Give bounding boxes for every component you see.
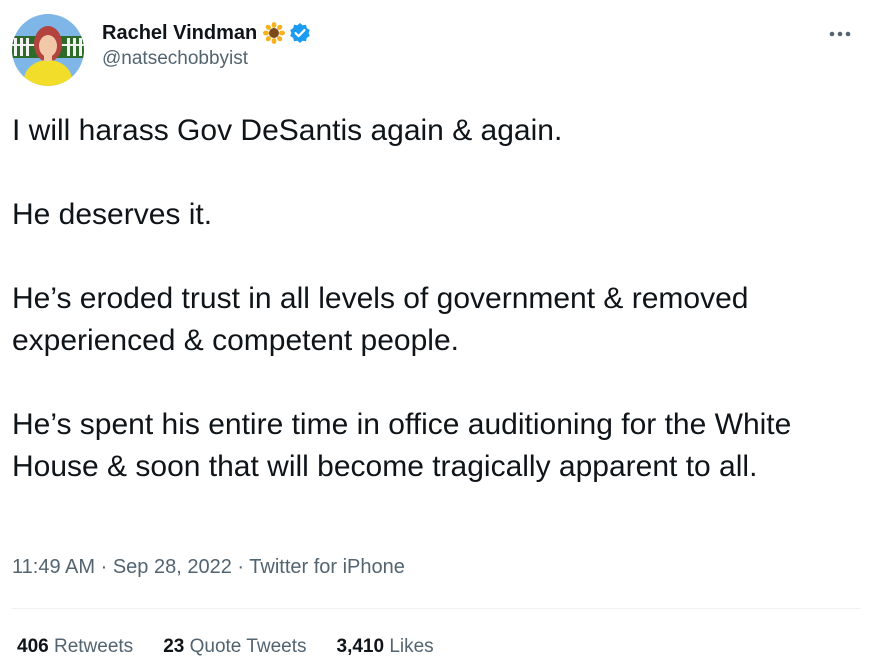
- retweets-stat[interactable]: 406 Retweets: [17, 636, 133, 658]
- retweets-label: Retweets: [53, 636, 134, 657]
- name-row: Rachel Vindman: [102, 20, 311, 46]
- likes-count: 3,410: [336, 636, 385, 657]
- retweets-count: 406: [17, 636, 49, 657]
- author-handle[interactable]: @natsechobbyist: [102, 48, 311, 70]
- tweet-source[interactable]: Twitter for iPhone: [249, 556, 405, 578]
- verified-badge-icon[interactable]: [289, 22, 311, 44]
- tweet-meta: 11:49 AM · Sep 28, 2022 · Twitter for iP…: [12, 556, 405, 579]
- display-name[interactable]: Rachel Vindman: [102, 22, 257, 45]
- tweet-header: Rachel Vindman @natsechobbyist: [12, 14, 858, 86]
- quote-tweets-label: Quote Tweets: [189, 636, 307, 657]
- likes-stat[interactable]: 3,410 Likes: [337, 636, 434, 658]
- sunflower-icon: [263, 22, 286, 44]
- avatar[interactable]: [12, 14, 84, 86]
- quote-tweets-count: 23: [163, 636, 185, 657]
- quote-tweets-stat[interactable]: 23 Quote Tweets: [163, 636, 306, 658]
- tweet-stats: 406 Retweets 23 Quote Tweets 3,410 Likes: [17, 636, 464, 658]
- avatar-image: [12, 14, 84, 86]
- tweet-time[interactable]: 11:49 AM: [12, 556, 95, 578]
- likes-label: Likes: [389, 636, 434, 657]
- author-names: Rachel Vindman @natsechobbyist: [102, 20, 311, 70]
- tweet-text: I will harass Gov DeSantis again & again…: [12, 114, 792, 483]
- meta-separator: ·: [100, 556, 108, 578]
- tweet-date[interactable]: Sep 28, 2022: [113, 556, 232, 578]
- meta-separator: ·: [237, 556, 245, 578]
- divider: [12, 608, 860, 609]
- more-options-icon[interactable]: [826, 24, 854, 44]
